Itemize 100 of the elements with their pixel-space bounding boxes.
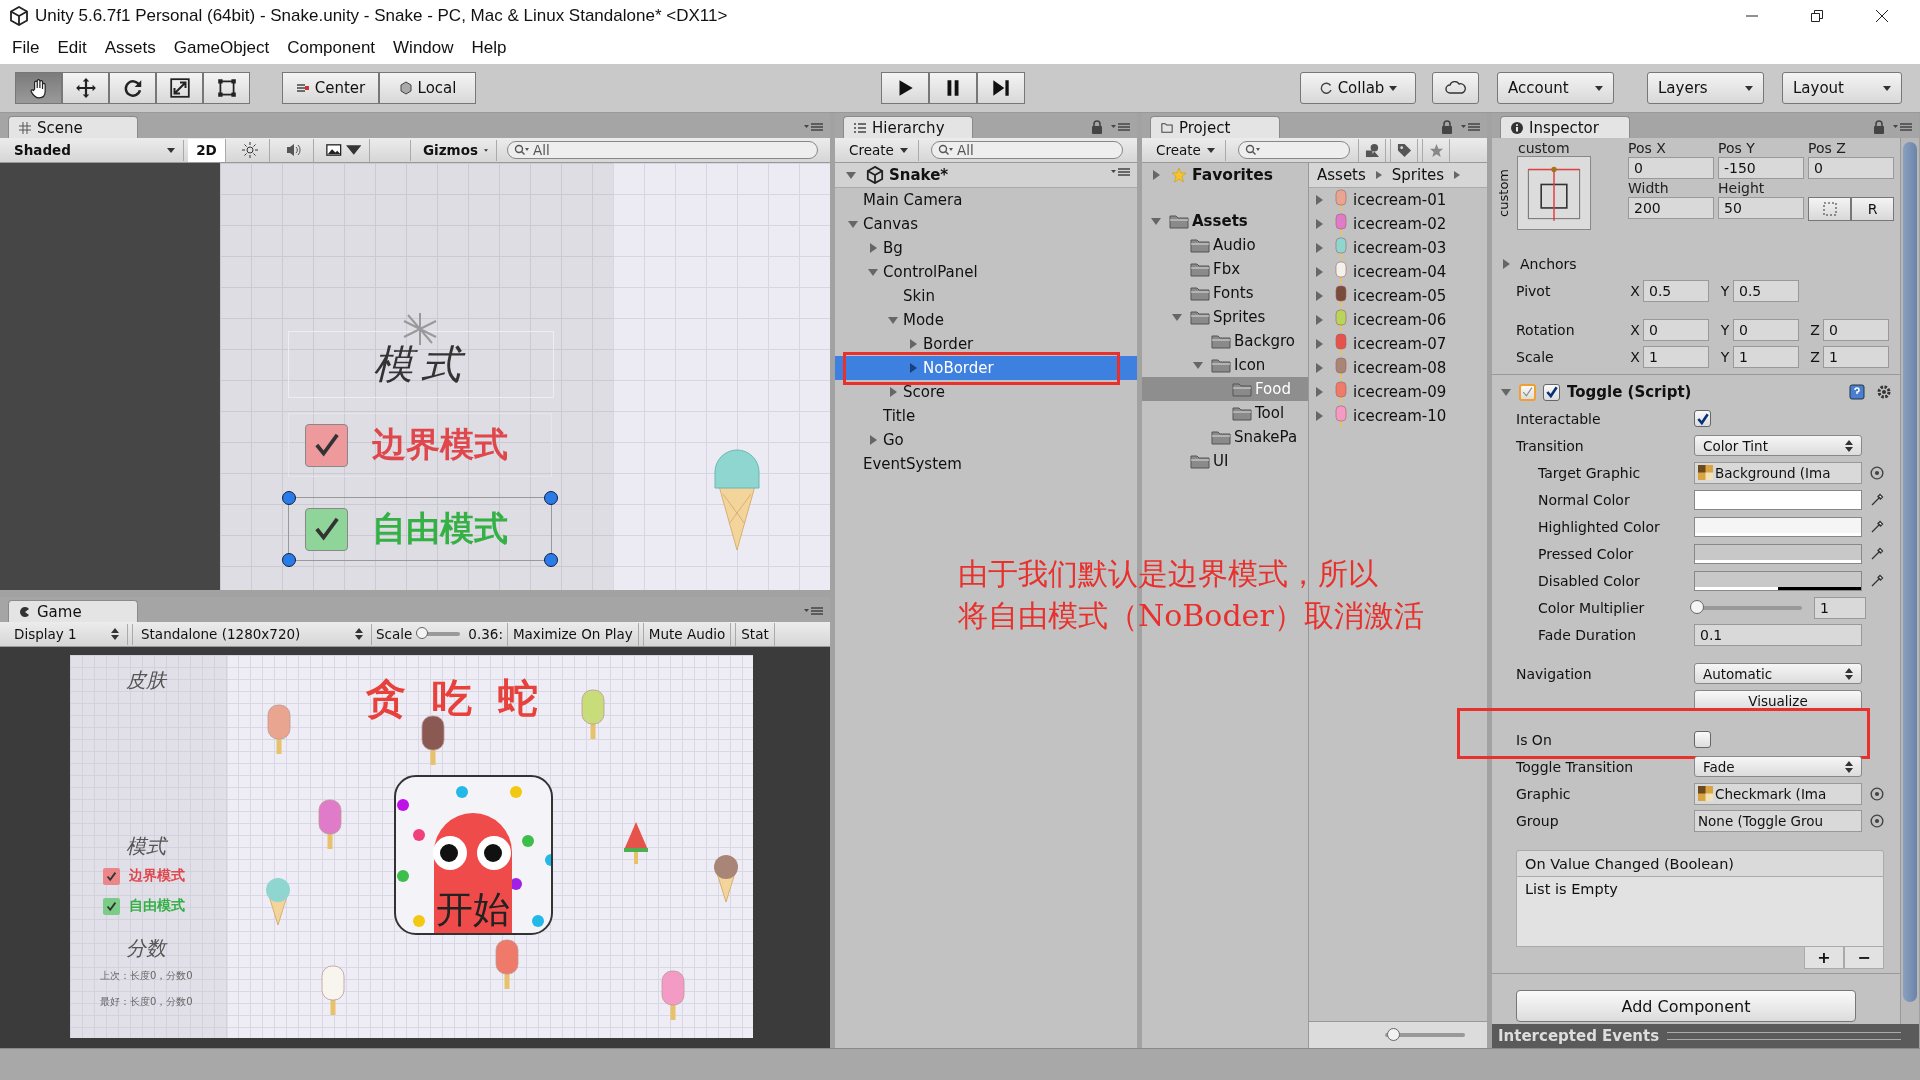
eyedropper-icon[interactable] (1870, 573, 1884, 588)
blueprint-button[interactable] (1808, 197, 1851, 221)
favorites-item[interactable]: Favorites (1142, 163, 1308, 187)
scrollbar[interactable] (1900, 138, 1919, 1024)
collapsed-arrow-icon[interactable] (1314, 339, 1324, 349)
folder-item[interactable]: Audio (1142, 233, 1308, 257)
number-field[interactable]: 0.1 (1694, 623, 1862, 646)
hierarchy-item[interactable]: Mode (835, 308, 1137, 332)
number-field[interactable]: 0.5 (1643, 279, 1709, 302)
expanded-arrow-icon[interactable] (846, 170, 856, 180)
hierarchy-item[interactable]: EventSystem (835, 452, 1137, 476)
menu-item[interactable]: Assets (95, 38, 165, 58)
dropdown[interactable]: Automatic (1694, 663, 1862, 684)
color-field[interactable] (1694, 570, 1862, 591)
hierarchy-item[interactable]: Go (835, 428, 1137, 452)
tool-button[interactable] (109, 72, 156, 104)
asset-item[interactable]: icecream-03 (1309, 236, 1487, 260)
number-field[interactable]: 0 (1628, 157, 1714, 179)
object-field[interactable]: Background (Ima (1694, 461, 1862, 484)
folder-item[interactable]: SnakePa (1142, 425, 1308, 449)
panel-menu-icon[interactable] (1461, 122, 1481, 132)
filter-type-button[interactable] (1358, 138, 1386, 162)
pivot-button[interactable]: Center (282, 72, 379, 104)
resize-handle[interactable] (282, 553, 296, 567)
menu-item[interactable]: Help (462, 38, 516, 58)
tool-button[interactable] (203, 72, 250, 104)
settings-icon[interactable] (1876, 384, 1892, 400)
close-icon[interactable] (1875, 9, 1889, 23)
collapsed-arrow-icon[interactable] (1151, 170, 1161, 180)
filter-label-button[interactable] (1390, 138, 1418, 162)
eyedropper-icon[interactable] (1870, 519, 1884, 534)
folder-item[interactable]: Backgro (1142, 329, 1308, 353)
create-dropdown[interactable]: Create (841, 139, 919, 161)
hierarchy-tab[interactable]: Hierarchy (843, 116, 973, 138)
collapsed-arrow-icon[interactable] (868, 243, 878, 253)
add-component-button[interactable]: Add Component (1516, 990, 1856, 1022)
help-book-icon[interactable] (1849, 384, 1865, 400)
collab-button[interactable]: Collab (1300, 72, 1416, 104)
hierarchy-item[interactable]: Bg (835, 236, 1137, 260)
tool-button[interactable] (15, 72, 62, 104)
color-field[interactable] (1694, 489, 1862, 510)
asset-item[interactable]: icecream-09 (1309, 380, 1487, 404)
lock-icon[interactable] (1091, 120, 1103, 134)
expanded-arrow-icon[interactable] (1501, 387, 1511, 397)
folder-item[interactable]: Sprites (1142, 305, 1308, 329)
slider-thumb[interactable] (1690, 599, 1704, 614)
layers-dropdown[interactable]: Layers (1647, 72, 1764, 104)
eyedropper-icon[interactable] (1870, 492, 1884, 507)
collapsed-arrow-icon[interactable] (868, 435, 878, 445)
hierarchy-item[interactable]: ControlPanel (835, 260, 1137, 284)
slider-thumb[interactable] (416, 627, 429, 639)
asset-item[interactable]: icecream-05 (1309, 284, 1487, 308)
folder-item[interactable]: Tool (1142, 401, 1308, 425)
panel-menu-icon[interactable] (804, 606, 824, 616)
object-picker-icon[interactable] (1870, 786, 1884, 801)
restore-icon[interactable] (1810, 9, 1824, 23)
folder-item[interactable]: Fonts (1142, 281, 1308, 305)
anchor-presets-button[interactable] (1517, 156, 1591, 230)
remove-button[interactable]: − (1844, 947, 1884, 969)
collapsed-arrow-icon[interactable] (1314, 291, 1324, 301)
folder-item[interactable]: Icon (1142, 353, 1308, 377)
cloud-button[interactable] (1432, 72, 1479, 104)
hierarchy-item[interactable]: Border (835, 332, 1137, 356)
resize-handle[interactable] (544, 491, 558, 505)
folder-item[interactable]: Fbx (1142, 257, 1308, 281)
number-field[interactable]: 1 (1643, 345, 1709, 368)
display-dropdown[interactable]: Display 1 (6, 623, 128, 645)
collapsed-arrow-icon[interactable] (1314, 243, 1324, 253)
raw-edit-button[interactable]: R (1851, 197, 1894, 221)
collapsed-arrow-icon[interactable] (1314, 363, 1324, 373)
dropdown[interactable]: Color Tint (1694, 435, 1862, 456)
project-tab[interactable]: Project (1150, 116, 1280, 138)
lock-icon[interactable] (1873, 120, 1885, 134)
resize-handle[interactable] (282, 491, 296, 505)
asset-item[interactable]: icecream-07 (1309, 332, 1487, 356)
tool-button[interactable] (156, 72, 203, 104)
pause-button[interactable] (929, 72, 977, 104)
collapsed-arrow-icon[interactable] (1314, 411, 1324, 421)
resize-handle[interactable] (544, 553, 558, 567)
add-button[interactable]: + (1804, 947, 1844, 969)
checkbox[interactable] (1519, 383, 1536, 401)
play-button[interactable] (881, 72, 929, 104)
scene-tab[interactable]: Scene (8, 116, 138, 138)
maximize-toggle[interactable]: Maximize On Play (506, 622, 639, 646)
number-field[interactable]: 200 (1628, 197, 1714, 219)
expanded-arrow-icon[interactable] (868, 267, 878, 277)
start-button[interactable]: 开始 (394, 775, 553, 935)
folder-item[interactable]: UI (1142, 449, 1308, 473)
folder-item[interactable]: Assets (1142, 209, 1308, 233)
shading-dropdown[interactable]: Shaded (6, 139, 184, 161)
checkbox[interactable] (305, 423, 348, 467)
step-button[interactable] (977, 72, 1025, 104)
object-field[interactable]: Checkmark (Ima (1694, 782, 1862, 805)
checkbox[interactable] (1694, 410, 1711, 427)
expanded-arrow-icon[interactable] (1193, 360, 1203, 370)
panel-menu-icon[interactable] (1893, 122, 1913, 132)
favorite-button[interactable] (1422, 138, 1450, 162)
asset-item[interactable]: icecream-02 (1309, 212, 1487, 236)
asset-item[interactable]: icecream-06 (1309, 308, 1487, 332)
hierarchy-item[interactable]: Score (835, 380, 1137, 404)
